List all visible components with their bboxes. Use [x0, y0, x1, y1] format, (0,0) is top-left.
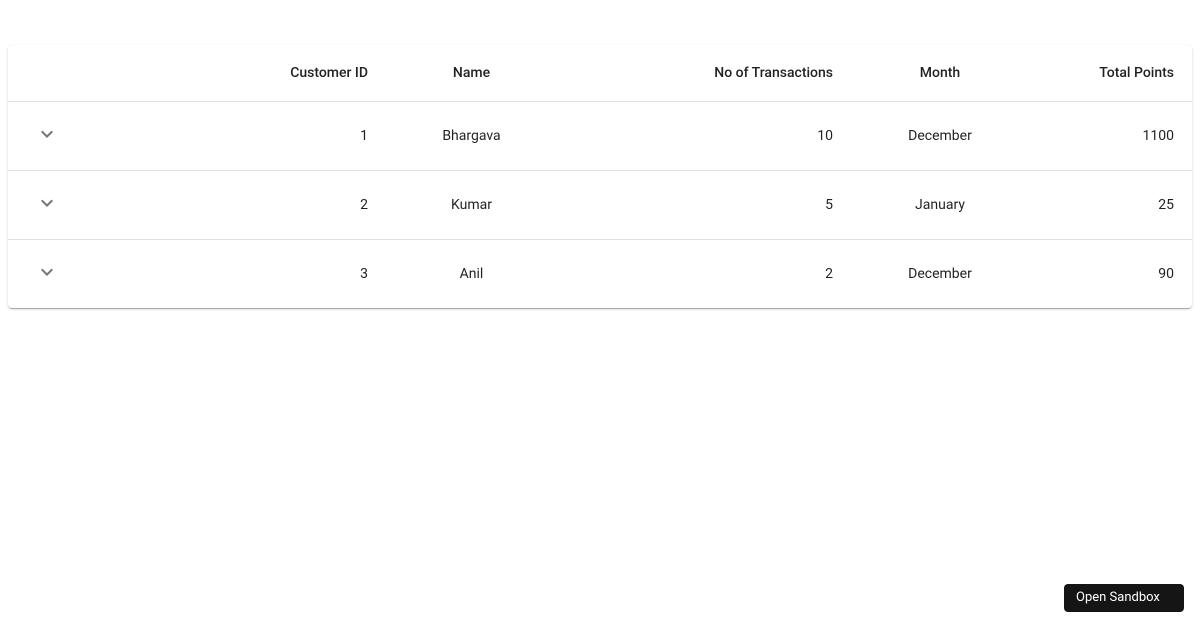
- expand-row-button[interactable]: [32, 258, 62, 288]
- chevron-down-icon: [35, 122, 59, 149]
- header-name: Name: [384, 45, 559, 102]
- header-expand: [8, 45, 74, 102]
- header-points: Total Points: [1031, 45, 1192, 102]
- header-customer-id: Customer ID: [74, 45, 384, 102]
- header-transactions: No of Transactions: [559, 45, 849, 102]
- table-paper: Customer ID Name No of Transactions Mont…: [8, 45, 1192, 308]
- table-row: 1 Bhargava 10 December 1100: [8, 102, 1192, 171]
- expand-row-button[interactable]: [32, 120, 62, 150]
- cell-month: December: [849, 102, 1031, 171]
- cell-transactions: 2: [559, 240, 849, 309]
- cell-points: 1100: [1031, 102, 1192, 171]
- cell-name: Anil: [384, 240, 559, 309]
- table-row: 2 Kumar 5 January 25: [8, 171, 1192, 240]
- cell-name: Bhargava: [384, 102, 559, 171]
- chevron-down-icon: [35, 260, 59, 287]
- cell-points: 25: [1031, 171, 1192, 240]
- cell-transactions: 5: [559, 171, 849, 240]
- cell-points: 90: [1031, 240, 1192, 309]
- customers-table: Customer ID Name No of Transactions Mont…: [8, 45, 1192, 308]
- cell-customer-id: 2: [74, 171, 384, 240]
- cell-customer-id: 3: [74, 240, 384, 309]
- cell-customer-id: 1: [74, 102, 384, 171]
- header-month: Month: [849, 45, 1031, 102]
- cell-transactions: 10: [559, 102, 849, 171]
- open-sandbox-button[interactable]: Open Sandbox: [1064, 584, 1184, 612]
- chevron-down-icon: [35, 191, 59, 218]
- expand-row-button[interactable]: [32, 189, 62, 219]
- table-row: 3 Anil 2 December 90: [8, 240, 1192, 309]
- cell-name: Kumar: [384, 171, 559, 240]
- table-header-row: Customer ID Name No of Transactions Mont…: [8, 45, 1192, 102]
- cell-month: January: [849, 171, 1031, 240]
- cell-month: December: [849, 240, 1031, 309]
